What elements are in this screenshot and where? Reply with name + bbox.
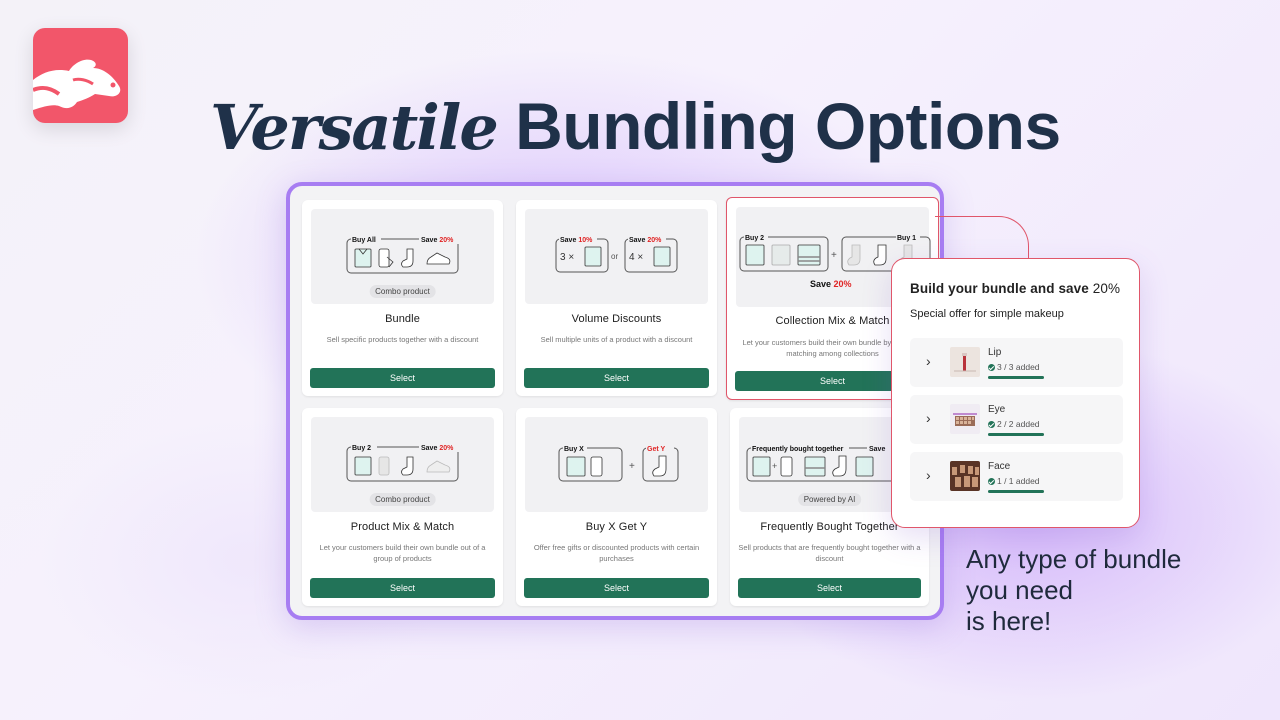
shoe-icon (426, 252, 451, 265)
card-title: Product Mix & Match (350, 521, 455, 533)
bundle-card[interactable]: Buy All Save 20% Combo product Bundle Se… (302, 200, 503, 396)
illustration-label-left: Buy All (352, 237, 376, 244)
select-button[interactable]: Select (310, 578, 495, 598)
svg-text:Save 20%: Save 20% (421, 237, 454, 244)
page-title: Versatile Bundling Options (210, 86, 1061, 168)
powered-by-ai-pill: Powered by AI (797, 493, 862, 506)
bundle-step-face[interactable]: › Face 1 / 1 added (910, 452, 1123, 501)
progress-bar (988, 490, 1044, 493)
progress-bar (988, 433, 1044, 436)
rabbit-icon (33, 59, 121, 110)
svg-text:Frequently bought together: Frequently bought together (752, 446, 844, 453)
card-description: Sell multiple units of a product with a … (540, 335, 693, 344)
svg-text:Get Y: Get Y (647, 446, 665, 453)
svg-text:or: or (611, 252, 618, 261)
bundle-builder-preview: Build your bundle and save 20% Special o… (891, 258, 1140, 528)
card-title: Buy X Get Y (585, 521, 648, 533)
card-description: Sell products that are frequently bought… (738, 543, 921, 563)
bundle-type-selector-panel: Buy All Save 20% Combo product Bundle Se… (286, 182, 944, 620)
completion-status: 1 / 1 added (988, 476, 1040, 486)
check-circle-icon (988, 420, 995, 428)
volume-discounts-card[interactable]: Save 10% Save 20% 3 × 4 × or Volume Disc… (516, 200, 717, 396)
svg-text:Save 20%: Save 20% (810, 279, 852, 289)
sock-icon (401, 248, 414, 268)
bundle-step-eye[interactable]: › Eye 2 / 2 added (910, 395, 1123, 444)
card-description: Let your customers build their own bundl… (319, 543, 486, 563)
svg-text:Save 20%: Save 20% (421, 445, 454, 452)
completion-status: 3 / 3 added (988, 362, 1040, 372)
svg-text:+: + (831, 250, 837, 261)
card-title: Volume Discounts (571, 313, 662, 325)
select-button[interactable]: Select (524, 368, 709, 388)
svg-text:+: + (772, 461, 777, 471)
product-mix-match-card[interactable]: Buy 2 Save 20% Combo product Product Mix… (302, 408, 503, 606)
svg-text:4 ×: 4 × (629, 252, 643, 263)
buy-x-get-y-card[interactable]: Buy X Get Y + Buy X Get Y Offer free gif… (516, 408, 717, 606)
chevron-right-icon: › (926, 353, 931, 369)
combo-product-pill: Combo product (369, 285, 436, 298)
title-bold-part: Bundling Options (515, 89, 1061, 163)
volume-discounts-illustration: Save 10% Save 20% 3 × 4 × or (525, 209, 708, 304)
card-description: Offer free gifts or discounted products … (533, 543, 700, 563)
check-circle-icon (988, 363, 995, 371)
chevron-right-icon: › (926, 467, 931, 483)
face-product-thumbnail (950, 461, 980, 491)
pants-icon (378, 248, 394, 268)
select-button[interactable]: Select (738, 578, 921, 598)
combo-product-pill: Combo product (369, 493, 436, 506)
svg-text:3 ×: 3 × (560, 252, 574, 263)
progress-bar (988, 376, 1044, 379)
tagline: Any type of bundle you need is here! (966, 544, 1182, 636)
svg-text:Buy 2: Buy 2 (745, 235, 764, 242)
popup-subtitle: Special offer for simple makeup (910, 308, 1064, 320)
title-italic-part: Versatile (210, 91, 499, 164)
svg-text:+: + (629, 461, 635, 472)
popup-title: Build your bundle and save 20% (910, 281, 1121, 296)
svg-text:Buy 2: Buy 2 (352, 445, 371, 452)
select-button[interactable]: Select (310, 368, 495, 388)
svg-text:Save 10%: Save 10% (560, 237, 593, 244)
svg-text:Buy X: Buy X (564, 446, 584, 453)
svg-text:Buy 1: Buy 1 (897, 235, 916, 242)
select-button[interactable]: Select (524, 578, 709, 598)
app-logo (33, 28, 128, 123)
eye-product-thumbnail (950, 404, 980, 434)
bundle-step-lip[interactable]: › Lip 3 / 3 added (910, 338, 1123, 387)
buy-x-get-y-illustration: Buy X Get Y + (525, 417, 708, 512)
lip-product-thumbnail (950, 347, 980, 377)
check-circle-icon (988, 477, 995, 485)
shirt-icon (354, 248, 372, 268)
svg-text:Save 20%: Save 20% (629, 237, 662, 244)
product-mix-match-illustration: Buy 2 Save 20% Combo product (311, 417, 494, 512)
card-description: Sell specific products together with a d… (326, 335, 479, 344)
bundle-illustration: Buy All Save 20% Combo product (311, 209, 494, 304)
card-title: Bundle (385, 313, 420, 325)
completion-status: 2 / 2 added (988, 419, 1040, 429)
svg-text:Save: Save (869, 446, 885, 453)
chevron-right-icon: › (926, 410, 931, 426)
